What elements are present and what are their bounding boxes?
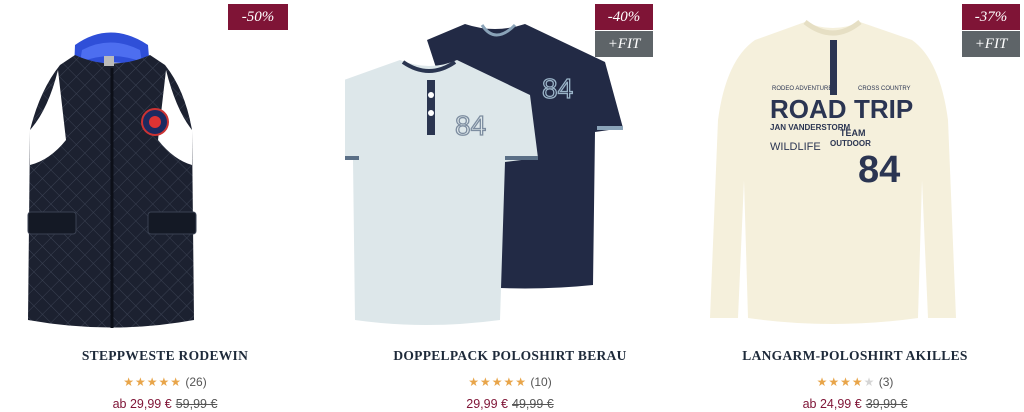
product-title[interactable]: LANGARM-POLOSHIRT AKILLES xyxy=(690,348,1020,364)
print-wildlife: WILDLIFE xyxy=(770,141,821,153)
polo-number-back: 84 xyxy=(542,73,573,104)
old-price: 59,99 € xyxy=(175,397,218,411)
review-count: (10) xyxy=(530,375,552,389)
review-count: (3) xyxy=(878,375,894,389)
product-price: 29,99 € 49,99 € xyxy=(345,397,675,411)
polo-number-front: 84 xyxy=(455,110,486,141)
rating-stars: ★★★★★ xyxy=(468,375,528,389)
old-price: 39,99 € xyxy=(865,397,908,411)
discount-badge: -50% xyxy=(228,4,288,30)
review-count: (26) xyxy=(185,375,207,389)
old-price: 49,99 € xyxy=(512,397,554,411)
rating-stars: ★★★★★ xyxy=(123,375,183,389)
product-title[interactable]: STEPPWESTE RODEWIN xyxy=(0,348,330,364)
print-cross: CROSS COUNTRY xyxy=(858,86,911,92)
current-price: ab 24,99 € xyxy=(802,397,862,411)
product-card-steppweste[interactable]: -50% STEPPWESTE RODEWIN ★★★★★ (26) ab 29… xyxy=(0,0,330,412)
product-price: ab 29,99 €59,99 € xyxy=(0,397,330,411)
product-title[interactable]: DOPPELPACK POLOSHIRT BERAU xyxy=(345,348,675,364)
fit-badge: +FIT xyxy=(962,31,1020,57)
current-price: 29,99 € xyxy=(466,397,508,411)
product-rating: ★★★★★ (26) xyxy=(0,375,330,389)
discount-badge: -37% xyxy=(962,4,1020,30)
print-team: TEAM xyxy=(840,128,866,138)
current-price: ab 29,99 € xyxy=(112,397,172,411)
print-outdoor: OUTDOOR xyxy=(830,139,871,148)
product-card-doppelpack-polo[interactable]: 84 84 -40% +FIT DOPPELPACK POLOSHIRT BER… xyxy=(325,0,675,412)
product-card-langarm-polo[interactable]: RODEO ADVENTURE CROSS COUNTRY ROAD TRIP … xyxy=(690,0,1020,412)
product-rating: ★★★★★ (3) xyxy=(690,375,1020,389)
rating-stars: ★★★★ xyxy=(816,375,864,389)
product-image-vest[interactable] xyxy=(0,0,330,335)
fit-badge: +FIT xyxy=(595,31,653,57)
print-rodeo: RODEO ADVENTURE xyxy=(772,86,832,92)
print-brand: JAN VANDERSTORM xyxy=(770,123,850,132)
rating-stars-empty: ★ xyxy=(863,375,876,389)
print-trip: TRIP xyxy=(854,94,913,124)
product-rating: ★★★★★ (10) xyxy=(345,375,675,389)
product-price: ab 24,99 €39,99 € xyxy=(690,397,1020,411)
discount-badge: -40% xyxy=(595,4,653,30)
print-road: ROAD xyxy=(770,94,847,124)
print-number: 84 xyxy=(858,149,900,191)
